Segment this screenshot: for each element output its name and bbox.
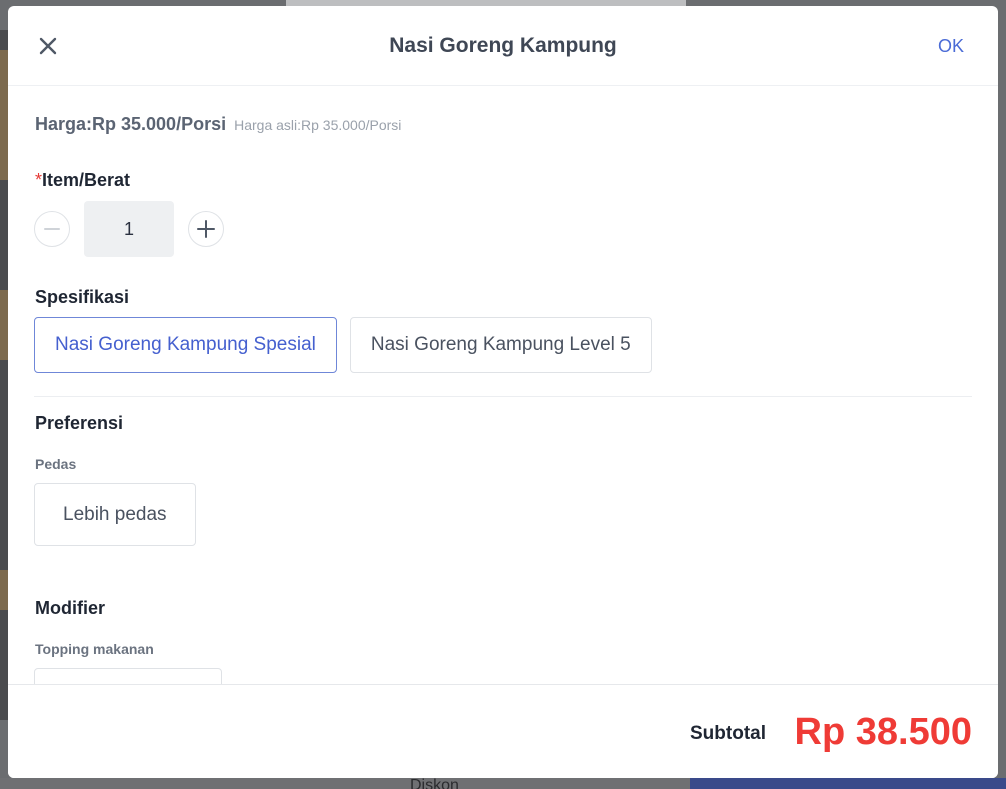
- modifier-group-label: Topping makanan: [35, 641, 154, 657]
- modifier-label: Modifier: [35, 598, 105, 618]
- specification-label: Spesifikasi: [35, 287, 130, 307]
- price-row: Harga:Rp 35.000/Porsi Harga asli:Rp 35.0…: [35, 114, 401, 135]
- dialog-title: Nasi Goreng Kampung: [389, 34, 617, 57]
- plus-icon[interactable]: [188, 211, 224, 247]
- ok-button[interactable]: OK: [938, 36, 964, 57]
- subtotal-label: Subtotal: [690, 723, 766, 744]
- quantity-label-text: Item/Berat: [42, 170, 131, 190]
- quantity-label: *Item/Berat: [35, 170, 130, 191]
- background-discount-label: Diskon: [410, 777, 459, 789]
- quantity-value[interactable]: 1: [84, 201, 174, 257]
- preference-group-label: Pedas: [35, 456, 77, 472]
- background-action-button: [690, 778, 1006, 789]
- dialog-header: Nasi Goreng Kampung OK: [8, 6, 998, 86]
- specification-options: Nasi Goreng Kampung Spesial Nasi Goreng …: [34, 317, 652, 373]
- section-divider: [34, 396, 972, 397]
- dialog-footer: Subtotal Rp 38.500: [8, 684, 998, 778]
- subtotal-value: Rp 38.500: [794, 711, 972, 753]
- original-price-label: Harga asli:Rp 35.000/Porsi: [234, 117, 402, 133]
- spec-option-spesial[interactable]: Nasi Goreng Kampung Spesial: [34, 317, 337, 373]
- quantity-stepper: 1: [34, 201, 224, 257]
- price-label: Harga:Rp 35.000/Porsi: [35, 114, 227, 134]
- background-left-panel: [0, 30, 8, 720]
- product-dialog: Nasi Goreng Kampung OK Harga:Rp 35.000/P…: [8, 6, 998, 778]
- preference-label: Preferensi: [35, 413, 124, 433]
- required-mark: *: [35, 170, 43, 190]
- preference-option-lebih-pedas[interactable]: Lebih pedas: [34, 483, 196, 546]
- dialog-body[interactable]: Harga:Rp 35.000/Porsi Harga asli:Rp 35.0…: [8, 86, 998, 684]
- minus-icon[interactable]: [34, 211, 70, 247]
- topping-option[interactable]: [34, 668, 222, 684]
- spec-option-level-5[interactable]: Nasi Goreng Kampung Level 5: [349, 317, 652, 373]
